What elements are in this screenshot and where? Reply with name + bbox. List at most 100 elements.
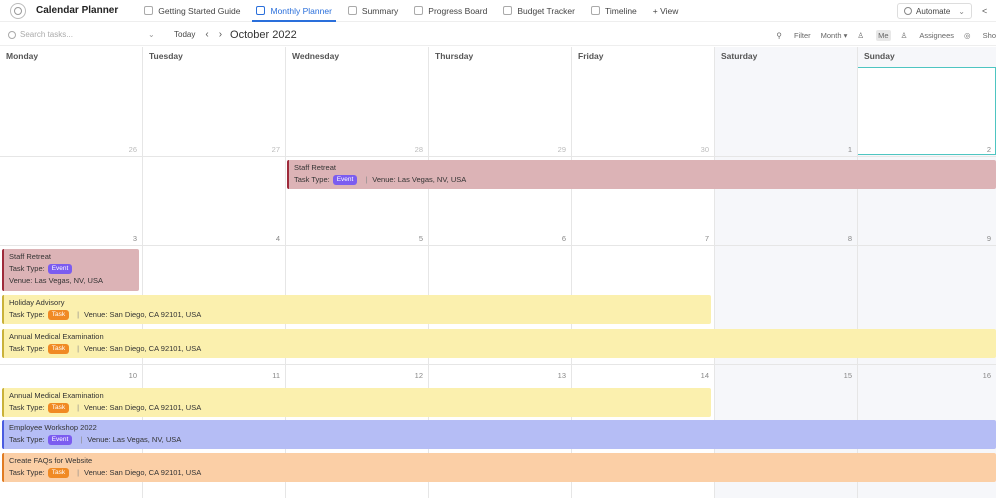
task-type-label: Task Type: [9, 310, 45, 319]
day-number[interactable]: 12 [403, 371, 423, 380]
event-annual-medical-examination[interactable]: Annual Medical Examination Task Type: Ta… [2, 388, 711, 417]
task-type-label: Task Type: [9, 264, 45, 273]
day-number[interactable]: 9 [971, 234, 991, 243]
add-view-button[interactable]: + View [653, 6, 679, 16]
automate-icon [904, 7, 913, 15]
type-badge: Task [47, 468, 70, 478]
prev-month-button[interactable]: ‹ [205, 29, 208, 40]
filter-button[interactable]: ⚲ Filter [776, 31, 810, 40]
venue-text: Venue: San Diego, CA 92101, USA [84, 468, 202, 477]
event-annual-medical-examination[interactable]: Annual Medical Examination Task Type: Ta… [2, 329, 996, 358]
day-number[interactable]: 8 [832, 234, 852, 243]
chevron-down-icon[interactable]: ⌄ [148, 30, 160, 39]
type-badge: Task [47, 344, 70, 354]
weekday-header: Sunday [864, 51, 895, 61]
event-employee-workshop[interactable]: Employee Workshop 2022 Task Type: Event … [2, 420, 996, 449]
show-button[interactable]: ◎ Sho [964, 31, 996, 40]
day-number[interactable]: 14 [689, 371, 709, 380]
type-badge: Task [47, 310, 70, 320]
day-number[interactable]: 3 [117, 234, 137, 243]
day-number[interactable]: 11 [260, 371, 280, 380]
day-number[interactable]: 28 [403, 145, 423, 154]
tab-progress-board[interactable]: Progress Board [406, 0, 495, 22]
divider: | [365, 175, 368, 184]
divider: | [77, 468, 80, 477]
timeline-icon [590, 6, 600, 15]
day-number[interactable]: 26 [117, 145, 137, 154]
tab-budget-tracker[interactable]: Budget Tracker [495, 0, 583, 22]
type-badge: Task [47, 403, 70, 413]
tab-label: Progress Board [428, 5, 488, 16]
list-icon [347, 6, 357, 15]
day-number[interactable]: 29 [546, 145, 566, 154]
event-create-faqs[interactable]: Create FAQs for Website Task Type: Task … [2, 453, 996, 482]
tab-getting-started-guide[interactable]: Getting Started Guide [136, 0, 248, 22]
calendar-icon [256, 6, 266, 15]
calendar-toolbar: Search tasks... ⌄ Today ‹ › October 2022… [0, 24, 996, 46]
table-icon [503, 6, 513, 15]
chevron-down-icon: ⌄ [958, 6, 965, 16]
day-number[interactable]: 27 [260, 145, 280, 154]
tab-label: Budget Tracker [517, 5, 575, 16]
task-type-label: Task Type: [294, 175, 330, 184]
day-number[interactable]: 10 [117, 371, 137, 380]
me-filter[interactable]: ♙ Me [857, 29, 891, 41]
month-title: October 2022 [230, 28, 297, 41]
venue-text: Venue: San Diego, CA 92101, USA [84, 344, 202, 353]
day-number[interactable]: 13 [546, 371, 566, 380]
venue-text: Venue: San Diego, CA 92101, USA [84, 403, 202, 412]
venue-text: Venue: Las Vegas, NV, USA [9, 276, 103, 285]
tab-monthly-planner[interactable]: Monthly Planner [248, 0, 339, 22]
app-icon[interactable] [10, 2, 26, 19]
event-meta: Task Type: Event [9, 263, 134, 275]
me-label: Me [876, 29, 891, 41]
search-icon [8, 30, 16, 39]
divider: | [77, 344, 80, 353]
day-number[interactable]: 15 [832, 371, 852, 380]
calendar-grid: Monday Tuesday Wednesday Thursday Friday… [0, 47, 996, 498]
today-cell[interactable] [857, 67, 996, 155]
event-meta: Task Type: Task | Venue: San Diego, CA 9… [9, 467, 991, 479]
tab-label: Monthly Planner [270, 5, 332, 16]
weekday-header: Saturday [721, 51, 758, 61]
month-select[interactable]: Month ▾ [821, 31, 848, 40]
day-number[interactable]: 4 [260, 234, 280, 243]
event-holiday-advisory[interactable]: Holiday Advisory Task Type: Task | Venue… [2, 295, 711, 324]
day-number[interactable]: 6 [546, 234, 566, 243]
day-number[interactable]: 30 [689, 145, 709, 154]
type-badge: Event [47, 435, 73, 445]
tab-summary[interactable]: Summary [340, 0, 406, 22]
app-title: Calendar Planner [36, 5, 119, 16]
tab-label: Getting Started Guide [158, 5, 241, 16]
event-meta: Task Type: Event | Venue: Las Vegas, NV,… [294, 174, 991, 186]
day-number[interactable]: 5 [403, 234, 423, 243]
next-month-button[interactable]: › [219, 29, 222, 40]
task-type-label: Task Type: [9, 344, 45, 353]
assignees-button[interactable]: ♙ Assignees [901, 31, 954, 40]
event-staff-retreat[interactable]: Staff Retreat Task Type: Event Venue: La… [2, 249, 139, 291]
automate-button[interactable]: Automate ⌄ [897, 3, 972, 19]
automate-label: Automate [916, 6, 951, 16]
event-title: Staff Retreat [294, 163, 336, 172]
event-meta: Task Type: Event | Venue: Las Vegas, NV,… [9, 434, 991, 446]
day-number[interactable]: 16 [971, 371, 991, 380]
day-number[interactable]: 1 [832, 145, 852, 154]
search-input[interactable]: Search tasks... [20, 30, 73, 39]
day-number[interactable]: 7 [689, 234, 709, 243]
venue-text: Venue: Las Vegas, NV, USA [372, 175, 467, 184]
search-box[interactable]: Search tasks... [8, 27, 148, 43]
day-number[interactable]: 2 [971, 145, 991, 154]
event-staff-retreat[interactable]: Staff Retreat Task Type: Event | Venue: … [287, 160, 996, 189]
today-button[interactable]: Today [174, 30, 195, 39]
weekday-header: Wednesday [292, 51, 340, 61]
task-type-label: Task Type: [9, 435, 45, 444]
divider: | [77, 403, 80, 412]
divider: | [77, 310, 80, 319]
doc-icon [144, 6, 154, 15]
event-meta: Task Type: Task | Venue: San Diego, CA 9… [9, 343, 991, 355]
share-icon[interactable]: < [982, 6, 992, 16]
tab-timeline[interactable]: Timeline [583, 0, 645, 22]
event-meta: Task Type: Task | Venue: San Diego, CA 9… [9, 402, 706, 414]
event-meta: Task Type: Task | Venue: San Diego, CA 9… [9, 309, 706, 321]
venue-text: Venue: San Diego, CA 92101, USA [84, 310, 202, 319]
